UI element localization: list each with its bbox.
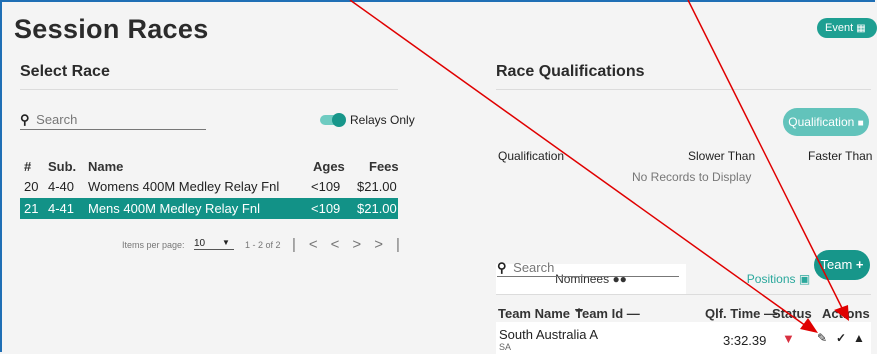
annotation-arrow-line <box>349 0 807 327</box>
annotation-arrowhead <box>800 318 818 333</box>
annotation-arrow-line <box>687 0 843 309</box>
annotation-arrows <box>349 0 849 333</box>
annotation-arrowhead <box>834 305 849 321</box>
